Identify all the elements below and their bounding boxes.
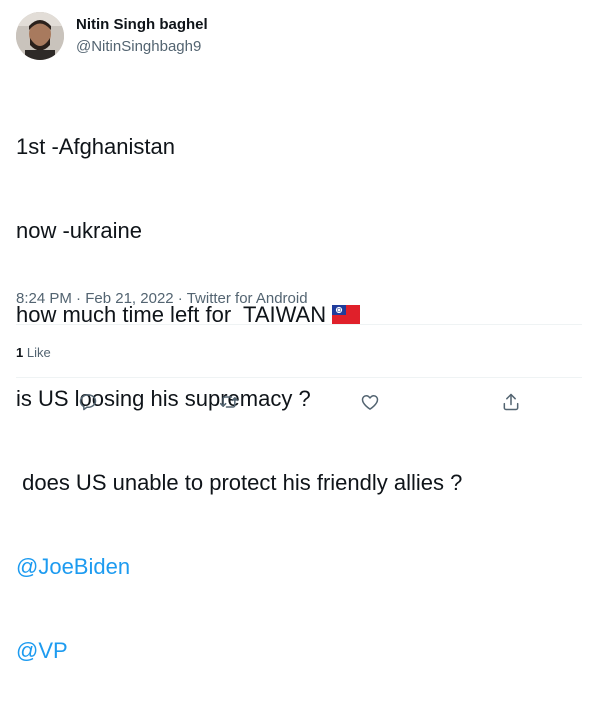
avatar[interactable] bbox=[16, 12, 64, 60]
tweet-line: is US loosing his supremacy ? bbox=[16, 386, 311, 411]
tweet-meta: 8:24 PM · Feb 21, 2022 · Twitter for And… bbox=[16, 290, 308, 307]
likes-number: 1 bbox=[16, 345, 24, 360]
tweet-source: Twitter for Android bbox=[186, 290, 308, 307]
likes-count[interactable]: 1 Like bbox=[16, 345, 51, 360]
tweet-line: now -ukraine bbox=[16, 218, 142, 243]
reply-icon bbox=[79, 394, 97, 411]
meta-separator: · bbox=[71, 290, 86, 307]
mention-link[interactable]: @JoeBiden bbox=[16, 553, 582, 581]
likes-label: Like bbox=[26, 345, 51, 360]
taiwan-flag-icon bbox=[332, 304, 361, 332]
mention-link[interactable]: @VP bbox=[16, 637, 582, 665]
like-icon bbox=[361, 395, 379, 410]
display-name[interactable]: Nitin Singh baghel bbox=[76, 16, 208, 33]
meta-separator: · bbox=[173, 290, 187, 307]
share-button[interactable] bbox=[499, 390, 523, 414]
tweet-text: 1st -Afghanistan now -ukraine how much t… bbox=[16, 77, 582, 721]
retweet-button[interactable] bbox=[217, 390, 241, 414]
tweet-time[interactable]: 8:24 PM bbox=[16, 290, 72, 307]
like-button[interactable] bbox=[358, 390, 382, 414]
tweet-line: does US unable to protect his friendly a… bbox=[16, 470, 463, 495]
user-handle[interactable]: @NitinSinghbagh9 bbox=[76, 38, 201, 55]
divider bbox=[16, 377, 582, 378]
retweet-icon bbox=[219, 396, 239, 408]
avatar-image bbox=[16, 12, 64, 60]
divider bbox=[16, 324, 582, 325]
reply-button[interactable] bbox=[76, 390, 100, 414]
share-icon bbox=[503, 393, 519, 411]
tweet-date[interactable]: Feb 21, 2022 bbox=[85, 290, 173, 307]
tweet-line: 1st -Afghanistan bbox=[16, 134, 175, 159]
tweet-card: Nitin Singh baghel @NitinSinghbagh9 1st … bbox=[0, 0, 598, 663]
